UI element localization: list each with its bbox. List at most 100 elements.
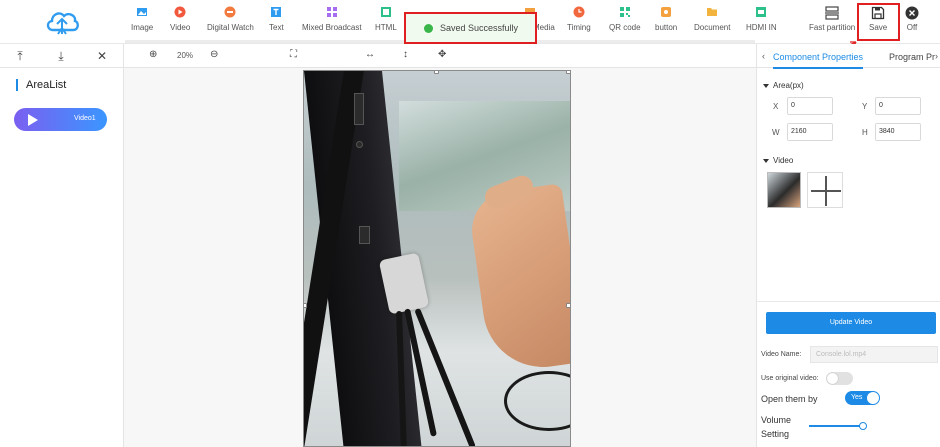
divider [757, 301, 940, 302]
area-section-header[interactable]: Area(px) [763, 81, 804, 90]
video-preview-image [304, 71, 570, 446]
off-label: Off [906, 23, 918, 32]
toolbar-mixed-broadcast-label: Mixed Broadcast [302, 23, 362, 32]
chevron-right-icon[interactable]: › [935, 51, 938, 61]
x-label: X [773, 102, 779, 111]
video-section-header[interactable]: Video [763, 156, 793, 165]
text-icon [271, 7, 282, 17]
toolbar-document-label: Document [694, 23, 731, 32]
save-success-toast: Saved Successfully [404, 12, 537, 44]
delete-icon[interactable]: ✕ [95, 49, 109, 63]
properties-panel: ‹ Component Properties Program Pr › Area… [756, 44, 940, 447]
use-original-video-toggle[interactable] [826, 372, 853, 385]
fit-height-icon[interactable]: ↕ [403, 49, 408, 60]
toggle-knob [827, 373, 838, 384]
h-label: H [862, 128, 868, 137]
area-list-tools: ⤒ ⤓ ✕ [0, 44, 123, 68]
volume-slider-handle[interactable] [859, 422, 867, 430]
toolbar-digital-watch-label: Digital Watch [207, 23, 254, 32]
caret-down-icon [763, 83, 769, 88]
resize-handle-top-right[interactable] [566, 71, 570, 74]
y-input[interactable]: 0 [875, 97, 921, 115]
area-item-label: Video1 [74, 115, 96, 122]
timing-icon [573, 6, 585, 18]
open-them-by-toggle[interactable]: Yes [845, 391, 880, 405]
width-input[interactable]: 2160 [787, 123, 833, 141]
toolbar-button-label: button [655, 23, 678, 32]
add-video-button[interactable] [807, 172, 843, 208]
chevron-left-icon[interactable]: ‹ [762, 51, 765, 61]
save-highlight-box [857, 3, 900, 41]
toolbar-button[interactable]: button [655, 6, 677, 32]
success-check-icon [424, 23, 433, 33]
area-item-video1[interactable]: Video1 [14, 108, 107, 131]
video-thumbnail[interactable] [767, 172, 801, 208]
toolbar-html[interactable]: HTML [375, 6, 397, 32]
app-logo-icon [46, 12, 79, 35]
fit-width-icon[interactable]: ↔ [365, 49, 375, 60]
qr-code-icon [619, 7, 630, 17]
toolbar-digital-watch[interactable]: Digital Watch [207, 6, 254, 32]
toolbar-video[interactable]: Video [170, 6, 190, 32]
volume-setting-label: Volume Setting [761, 413, 791, 441]
html-icon [380, 7, 391, 17]
button-icon [661, 7, 672, 17]
x-input[interactable]: 0 [787, 97, 833, 115]
toolbar-hdmi-in[interactable]: HDMI IN [746, 6, 777, 32]
canvas-area: ⊕ 20% ⊖ ⛶ ↔ ↕ ✥ [124, 44, 756, 447]
toolbar-timing[interactable]: Timing [567, 6, 591, 32]
open-them-by-label: Open them by [761, 394, 818, 404]
zoom-level: 20% [177, 51, 194, 60]
move-down-icon[interactable]: ⤓ [54, 49, 68, 64]
resize-handle-top[interactable] [434, 71, 439, 74]
move-up-icon[interactable]: ⤒ [13, 49, 27, 64]
hdmi-in-icon [756, 7, 767, 17]
volume-label-line2: Setting [761, 429, 790, 439]
toolbar-text[interactable]: Text [269, 6, 284, 32]
toolbar-timing-label: Timing [567, 23, 591, 32]
fast-partition-icon [825, 6, 840, 20]
area-list-panel: ⤒ ⤓ ✕ AreaList Video1 [0, 44, 124, 447]
resize-handle-right[interactable] [566, 303, 570, 308]
center-icon[interactable]: ✥ [438, 49, 446, 60]
video-icon [174, 6, 186, 18]
play-icon [28, 114, 38, 126]
toolbar-image-label: Image [131, 23, 154, 32]
tab-component-properties[interactable]: Component Properties [773, 52, 864, 69]
area-list-title: AreaList [16, 79, 66, 91]
hand [466, 183, 570, 375]
toolbar-image[interactable]: Image [131, 6, 153, 32]
fast-partition-button[interactable]: Fast partition [809, 6, 855, 32]
w-label: W [772, 128, 780, 137]
video-name-label: Video Name: [761, 351, 802, 358]
mixed-broadcast-icon [326, 7, 337, 17]
toolbar-mixed-broadcast[interactable]: Mixed Broadcast [302, 6, 362, 32]
video-name-input[interactable]: Console.lol.mp4 [810, 346, 938, 363]
use-original-video-label: Use original video: [761, 375, 819, 382]
app-window: Image Video Digital Watch Text Mixed Bro… [0, 0, 940, 447]
toast-message: Saved Successfully [440, 23, 519, 33]
toolbar-hdmi-in-label: HDMI IN [746, 23, 777, 32]
height-input[interactable]: 3840 [875, 123, 921, 141]
video-region-canvas[interactable] [303, 70, 571, 447]
off-icon [905, 6, 919, 20]
canvas-toolbar: ⊕ 20% ⊖ ⛶ ↔ ↕ ✥ [124, 44, 756, 68]
update-video-button[interactable]: Update Video [766, 312, 936, 334]
digital-watch-icon [224, 6, 236, 18]
toolbar-qr-code[interactable]: QR code [609, 6, 641, 32]
audio-port [356, 141, 363, 148]
fit-screen-icon[interactable]: ⛶ [290, 49, 297, 60]
video-section-label: Video [773, 156, 794, 165]
fast-partition-label: Fast partition [809, 23, 856, 32]
resize-handle-left[interactable] [304, 303, 307, 308]
toggle-knob [867, 392, 879, 404]
zoom-out-icon[interactable]: ⊖ [210, 49, 218, 60]
off-button[interactable]: Off [905, 6, 919, 32]
toolbar-qr-code-label: QR code [609, 23, 641, 32]
hdmi-port [359, 226, 370, 244]
zoom-in-icon[interactable]: ⊕ [149, 49, 157, 60]
volume-slider[interactable] [809, 422, 867, 430]
toolbar-document[interactable]: Document [694, 6, 730, 32]
tab-program-properties[interactable]: Program Pr [889, 52, 935, 62]
document-icon [707, 8, 718, 16]
